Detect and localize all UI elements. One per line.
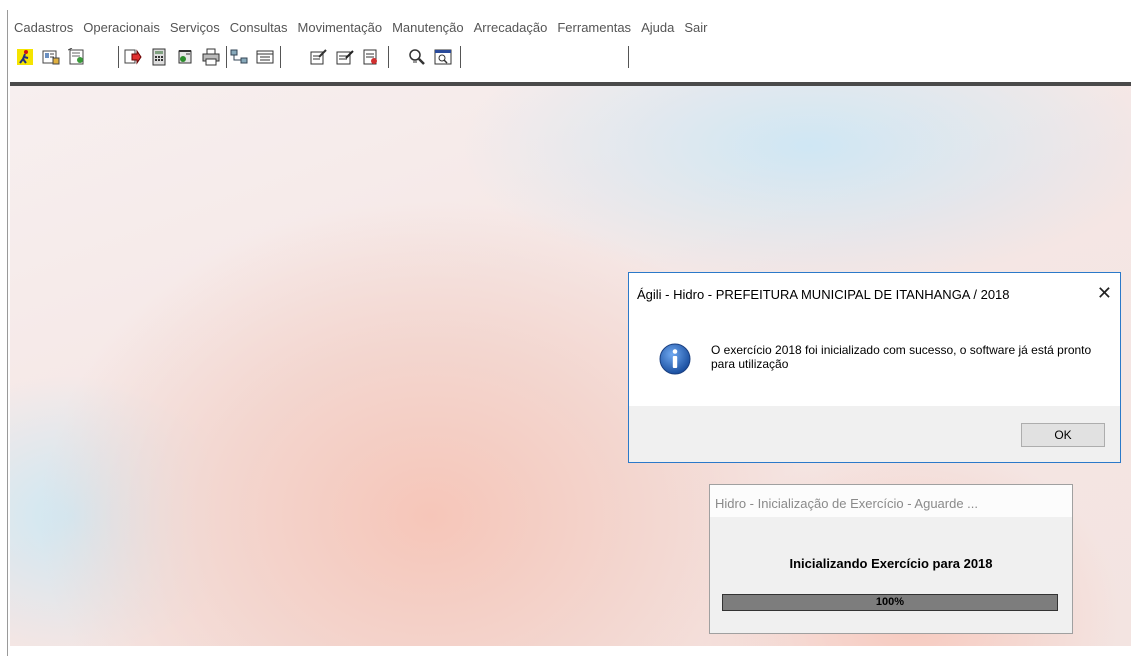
calculator-icon[interactable] xyxy=(150,48,168,66)
dialog-titlebar: Ágili - Hidro - PREFEITURA MUNICIPAL DE … xyxy=(629,273,1120,304)
network-icon[interactable] xyxy=(230,48,248,66)
menu-movimentacao[interactable]: Movimentação xyxy=(298,20,383,35)
info-icon xyxy=(659,343,691,375)
close-icon[interactable]: ✕ xyxy=(1097,283,1112,304)
menu-items: Cadastros Operacionais Serviços Consulta… xyxy=(14,20,717,35)
certificate-icon[interactable] xyxy=(68,48,86,66)
progress-dialog-title: Hidro - Inicialização de Exercício - Agu… xyxy=(710,485,1072,517)
blank-icon[interactable] xyxy=(94,48,112,66)
toolbar-separator xyxy=(460,46,461,68)
toolbar-separator xyxy=(118,46,119,68)
toolbar-separator xyxy=(280,46,281,68)
runner-exit-icon[interactable] xyxy=(16,48,34,66)
magnify-search-icon[interactable] xyxy=(408,48,426,66)
menu-manutencao[interactable]: Manutenção xyxy=(392,20,464,35)
dialog-message: O exercício 2018 foi inicializado com su… xyxy=(711,343,1092,371)
toolbar-separator xyxy=(388,46,389,68)
form-edit-icon[interactable] xyxy=(310,48,328,66)
toolbar xyxy=(10,42,1131,80)
window-left-edge xyxy=(7,10,8,656)
preview-window-icon[interactable] xyxy=(434,48,452,66)
message-dialog: Ágili - Hidro - PREFEITURA MUNICIPAL DE … xyxy=(628,272,1121,463)
progress-label: Inicializando Exercício para 2018 xyxy=(789,556,993,571)
progress-bar: 100% xyxy=(722,594,1058,611)
document-arrow-icon[interactable] xyxy=(124,48,142,66)
menu-bar: Cadastros Operacionais Serviços Consulta… xyxy=(0,0,1131,656)
printer-icon[interactable] xyxy=(202,48,220,66)
dialog-title: Ágili - Hidro - PREFEITURA MUNICIPAL DE … xyxy=(637,287,1010,302)
progress-percent: 100% xyxy=(875,596,905,608)
progress-dialog: Hidro - Inicialização de Exercício - Agu… xyxy=(709,484,1073,634)
id-card-icon[interactable] xyxy=(42,48,60,66)
ok-button[interactable]: OK xyxy=(1021,423,1105,447)
form-icon[interactable] xyxy=(256,48,274,66)
menu-cadastros[interactable]: Cadastros xyxy=(14,20,73,35)
menu-servicos[interactable]: Serviços xyxy=(170,20,220,35)
receipt-check-icon[interactable] xyxy=(176,48,194,66)
menu-ferramentas[interactable]: Ferramentas xyxy=(557,20,631,35)
toolbar-separator xyxy=(226,46,227,68)
menu-sair[interactable]: Sair xyxy=(684,20,707,35)
notepad-edit-icon[interactable] xyxy=(336,48,354,66)
report-icon[interactable] xyxy=(362,48,380,66)
menu-ajuda[interactable]: Ajuda xyxy=(641,20,674,35)
menu-arrecadacao[interactable]: Arrecadação xyxy=(474,20,548,35)
menu-consultas[interactable]: Consultas xyxy=(230,20,288,35)
menu-operacionais[interactable]: Operacionais xyxy=(83,20,160,35)
toolbar-separator xyxy=(628,46,629,68)
dialog-body: O exercício 2018 foi inicializado com su… xyxy=(629,303,1120,406)
